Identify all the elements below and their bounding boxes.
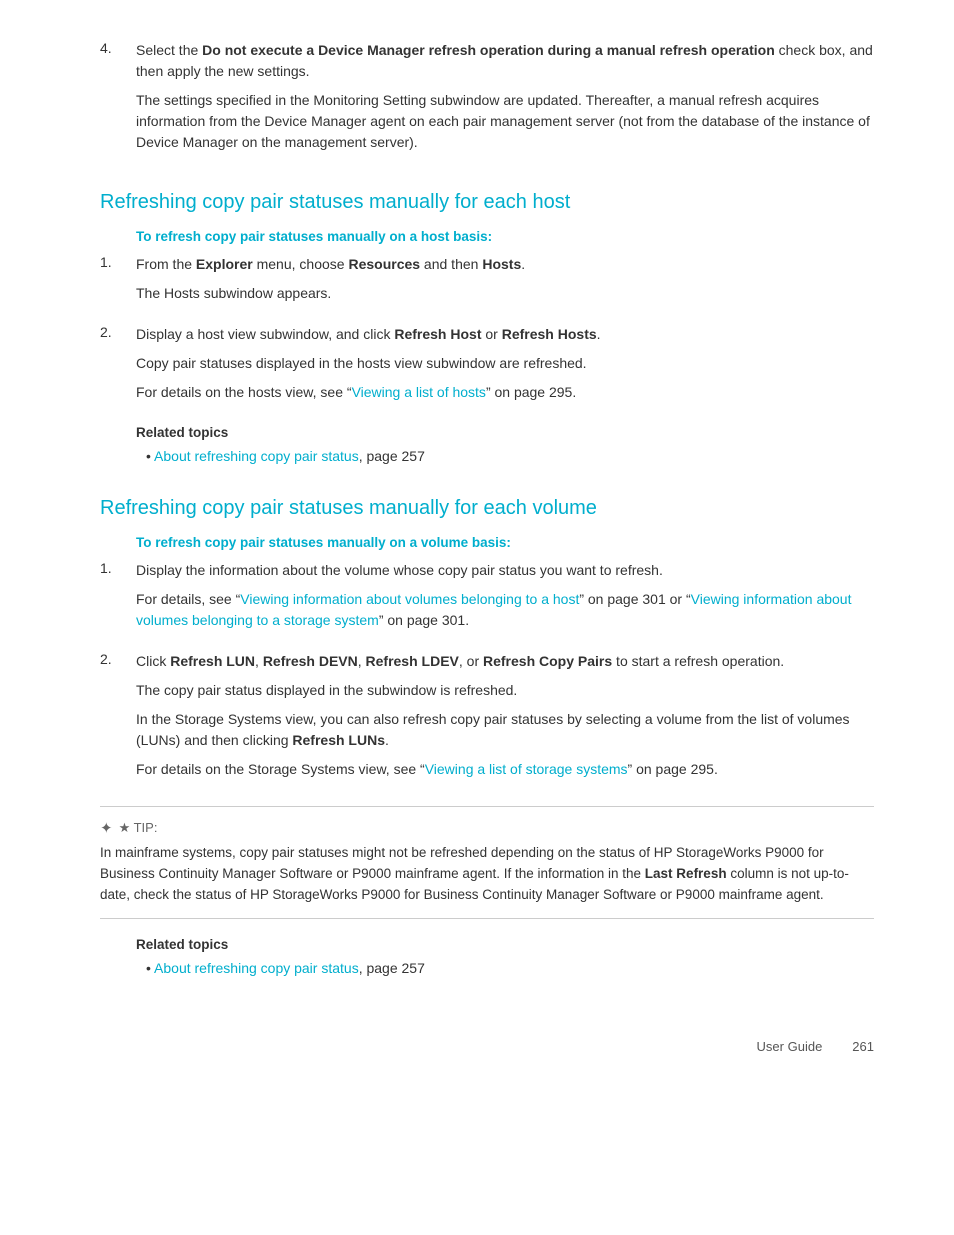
s1-s2-note2-prefix: For details on the hosts view, see “ <box>136 384 352 400</box>
section1-step2-note1: Copy pair statuses displayed in the host… <box>136 353 874 374</box>
section1-step1-text: From the Explorer menu, choose Resources… <box>136 254 874 275</box>
step4-note: The settings specified in the Monitoring… <box>136 90 874 153</box>
s2-s2-b3: Refresh LDEV <box>366 653 459 669</box>
section1-step2: 2. Display a host view subwindow, and cl… <box>100 324 874 411</box>
section1-step2-note2: For details on the hosts view, see “View… <box>136 382 874 403</box>
s2-s2-note1-suffix: subwindow is refreshed. <box>367 682 517 698</box>
section2-step2-note2: In the Storage Systems view, you can als… <box>136 709 874 751</box>
section2-related-item: About refreshing copy pair status, page … <box>146 958 874 979</box>
footer-page: 261 <box>852 1039 874 1054</box>
step4-content: Select the Do not execute a Device Manag… <box>136 40 874 161</box>
section2-subheading-block: To refresh copy pair statuses manually o… <box>100 535 874 550</box>
section1-related: Related topics About refreshing copy pai… <box>100 425 874 467</box>
section2-related: Related topics About refreshing copy pai… <box>100 937 874 979</box>
s2-s2-note2-text: In the Storage Systems view, you can als… <box>136 711 850 748</box>
footer-guide: User Guide <box>757 1039 823 1054</box>
s2-storage-list-link[interactable]: Viewing a list of storage systems <box>425 761 628 777</box>
section1-related-suffix: , page 257 <box>359 448 425 464</box>
s2-s2-prefix: Click <box>136 653 170 669</box>
s1-step1-explorer: Explorer <box>196 256 253 272</box>
section1-related-label: Related topics <box>136 425 874 440</box>
section2-step2-note1: The copy pair status displayed in the su… <box>136 680 874 701</box>
section2-heading: Refreshing copy pair statuses manually f… <box>100 495 874 521</box>
s1-s2-suffix: . <box>597 326 601 342</box>
section2-related-label: Related topics <box>136 937 874 952</box>
tip-block: ✦ ★ TIP: In mainframe systems, copy pair… <box>100 806 874 919</box>
s1-step1-and: and then <box>420 256 482 272</box>
section1-step1: 1. From the Explorer menu, choose Resour… <box>100 254 874 312</box>
section2-step1: 1. Display the information about the vol… <box>100 560 874 639</box>
tip-bold: Last Refresh <box>645 866 727 881</box>
s1-step1-suffix: . <box>521 256 525 272</box>
s2-s2-note2-suffix: . <box>385 732 389 748</box>
section1-subheading-block: To refresh copy pair statuses manually o… <box>100 229 874 244</box>
s2-s2-note3-prefix: For details on the Storage Systems view,… <box>136 761 425 777</box>
section2-subheading: To refresh copy pair statuses manually o… <box>136 535 874 550</box>
s2-s2-note3-suffix: ” on page 295. <box>628 761 718 777</box>
section1-related-link[interactable]: About refreshing copy pair status <box>154 448 359 464</box>
s2-s2-note1-prefix: The copy pair status displayed in the <box>136 682 363 698</box>
s1-s2-prefix: Display a host view subwindow, and click <box>136 326 394 342</box>
s2-s2-note2-bold: Refresh LUNs <box>292 732 385 748</box>
section2-step2-num: 2. <box>100 651 128 788</box>
s2-volumes-host-link[interactable]: Viewing information about volumes belong… <box>240 591 579 607</box>
s1-step1-mid: menu, choose <box>253 256 349 272</box>
s1-step1-prefix: From the <box>136 256 196 272</box>
tip-label: ✦ ★ TIP: <box>100 819 874 837</box>
s1-s2-refresh-hosts: Refresh Hosts <box>502 326 597 342</box>
section2-related-suffix: , page 257 <box>359 960 425 976</box>
section1-step1-content: From the Explorer menu, choose Resources… <box>136 254 874 312</box>
tip-icon: ✦ <box>100 819 113 837</box>
s2-s2-b2: Refresh DEVN <box>263 653 358 669</box>
section2-step2: 2. Click Refresh LUN, Refresh DEVN, Refr… <box>100 651 874 788</box>
section2-step2-text: Click Refresh LUN, Refresh DEVN, Refresh… <box>136 651 874 672</box>
s2-s1-note-suffix: ” on page 301. <box>379 612 469 628</box>
s2-s2-b4: Refresh Copy Pairs <box>483 653 612 669</box>
section1-subheading: To refresh copy pair statuses manually o… <box>136 229 874 244</box>
s1-step1-resources: Resources <box>348 256 420 272</box>
s2-s1-note-mid: ” on page 301 or “ <box>579 591 690 607</box>
section2-step2-content: Click Refresh LUN, Refresh DEVN, Refresh… <box>136 651 874 788</box>
s2-s2-b1: Refresh LUN <box>170 653 255 669</box>
section1-related-item: About refreshing copy pair status, page … <box>146 446 874 467</box>
section1-step1-note: The Hosts subwindow appears. <box>136 283 874 304</box>
section2-step1-note: For details, see “Viewing information ab… <box>136 589 874 631</box>
section2-step1-text: Display the information about the volume… <box>136 560 874 581</box>
s1-s2-refresh-host: Refresh Host <box>394 326 481 342</box>
section1-step2-content: Display a host view subwindow, and click… <box>136 324 874 411</box>
intro-step4: 4. Select the Do not execute a Device Ma… <box>100 40 874 161</box>
section2-step1-content: Display the information about the volume… <box>136 560 874 639</box>
step4-number: 4. <box>100 40 128 161</box>
section1-related-list: About refreshing copy pair status, page … <box>136 446 874 467</box>
tip-label-text: ★ TIP: <box>119 820 158 836</box>
step4-text: Select the Do not execute a Device Manag… <box>136 40 874 82</box>
s2-s1-note-prefix: For details, see “ <box>136 591 240 607</box>
tip-text: In mainframe systems, copy pair statuses… <box>100 843 874 906</box>
section1-step1-num: 1. <box>100 254 128 312</box>
section1-step2-text: Display a host view subwindow, and click… <box>136 324 874 345</box>
section2-related-link[interactable]: About refreshing copy pair status <box>154 960 359 976</box>
s1-s2-or: or <box>481 326 501 342</box>
s2-s2-suffix: to start a refresh operation. <box>612 653 784 669</box>
page-footer: User Guide 261 <box>100 1039 874 1054</box>
page-container: 4. Select the Do not execute a Device Ma… <box>0 0 954 1114</box>
step4-bold: Do not execute a Device Manager refresh … <box>202 42 775 58</box>
s1-hosts-link[interactable]: Viewing a list of hosts <box>352 384 486 400</box>
section2-step2-note3: For details on the Storage Systems view,… <box>136 759 874 780</box>
section1-heading: Refreshing copy pair statuses manually f… <box>100 189 874 215</box>
s1-step1-hosts: Hosts <box>482 256 521 272</box>
section2-step1-num: 1. <box>100 560 128 639</box>
section2-related-list: About refreshing copy pair status, page … <box>136 958 874 979</box>
s1-s2-note2-suffix: ” on page 295. <box>486 384 576 400</box>
section1-step2-num: 2. <box>100 324 128 411</box>
